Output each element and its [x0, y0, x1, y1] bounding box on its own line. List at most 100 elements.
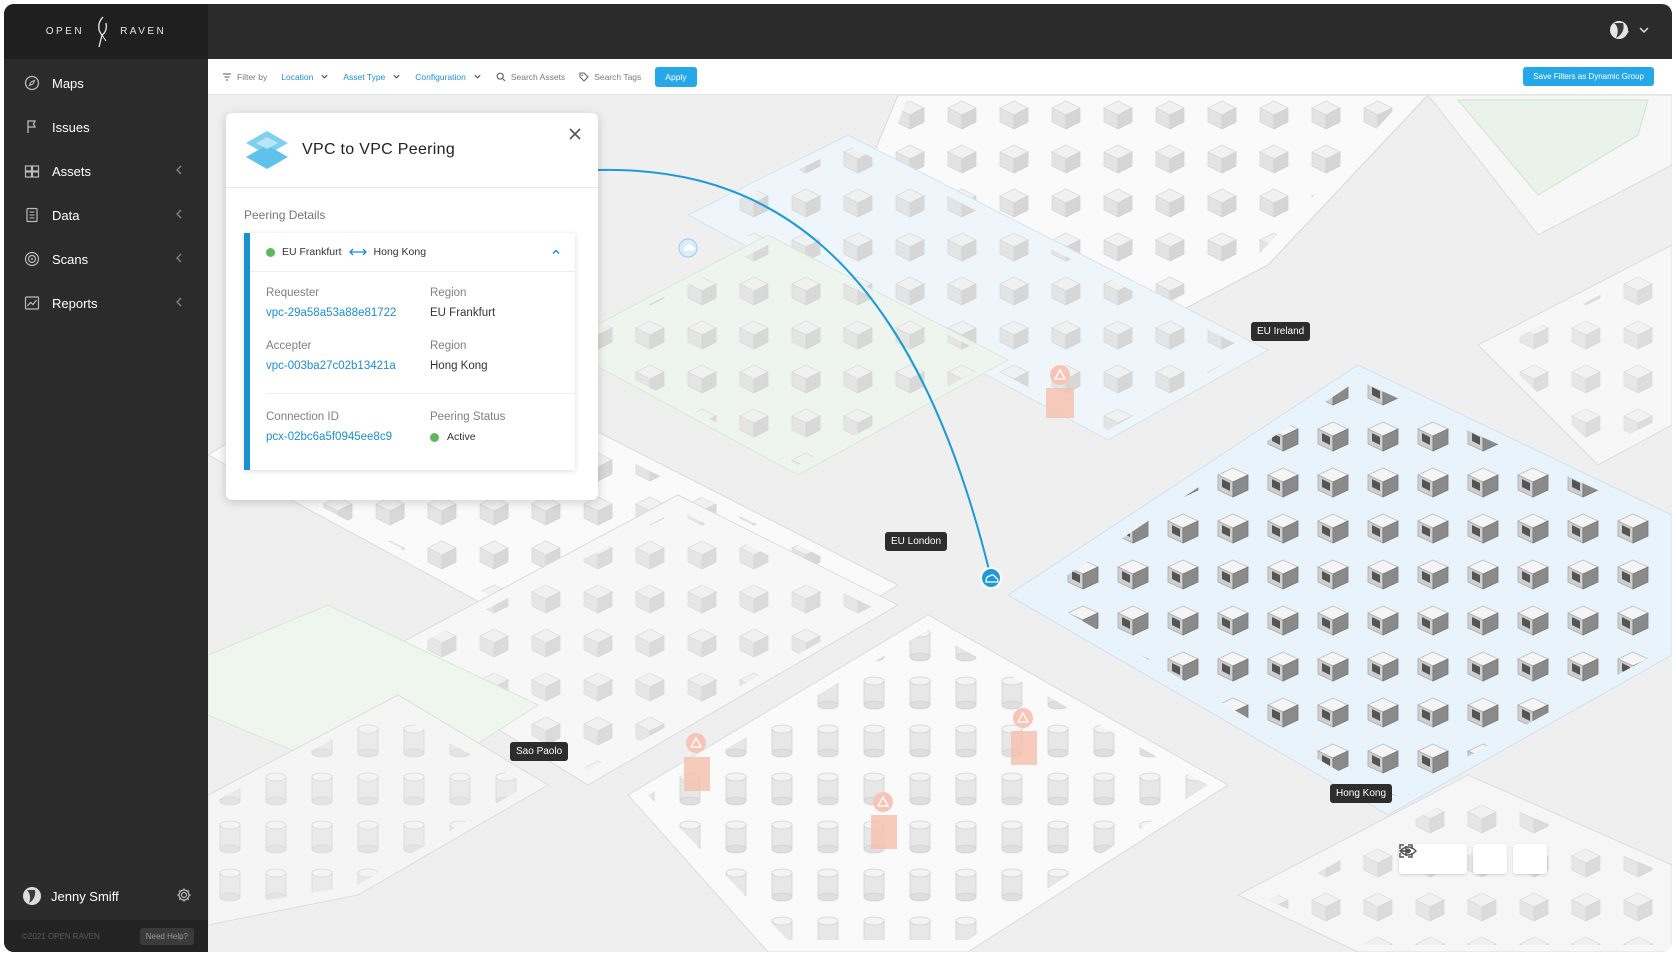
region-field-1: Region EU Frankfurt	[430, 287, 495, 319]
panel-title: VPC to VPC Peering	[302, 141, 456, 158]
region-value: EU Frankfurt	[430, 307, 496, 319]
filter-by-label: Filter by	[222, 72, 267, 82]
connection-field: Connection ID pcx-02bc6a5f0945ee8c9	[266, 411, 392, 443]
warning-icon[interactable]	[1013, 708, 1033, 728]
fullscreen-icon	[1399, 844, 1413, 858]
asset-type-label: Asset Type	[343, 71, 386, 82]
peering-details-panel: VPC to VPC Peering Peering Details EU Fr…	[226, 113, 598, 500]
status-dot	[266, 247, 275, 257]
zoom-controls	[1399, 844, 1547, 874]
region-label: Region	[430, 287, 467, 299]
sidebar-item-label: Assets	[52, 163, 92, 179]
warning-icon[interactable]	[873, 792, 893, 812]
logo: OPEN RAVEN	[4, 4, 208, 59]
panel-header: VPC to VPC Peering	[226, 113, 598, 188]
sidebar-item-label: Reports	[52, 295, 98, 311]
connection-id-label: Connection ID	[266, 411, 339, 423]
search-tags-placeholder: Search Tags	[594, 71, 642, 82]
status-field: Peering Status Active	[430, 411, 505, 443]
logo-text-left: OPEN	[45, 26, 85, 37]
sidebar: OPEN RAVEN Maps Issues Assets Data Scans…	[4, 4, 208, 952]
chevron-left-icon	[176, 253, 182, 263]
region-label-eu-ireland[interactable]: EU Ireland	[1251, 322, 1311, 341]
status-badge: Active	[430, 431, 505, 443]
peering-card: EU Frankfurt Hong Kong Requester vpc-29a…	[244, 233, 575, 470]
logo-text-right: RAVEN	[120, 26, 167, 37]
location-label: Location	[281, 71, 314, 82]
accepter-link[interactable]: vpc-003ba27c02b13421a	[266, 360, 396, 372]
raven-feather-icon	[98, 16, 107, 47]
save-filters-button[interactable]: Save Filters as Dynamic Group	[1523, 67, 1654, 86]
peering-route[interactable]: EU Frankfurt Hong Kong	[250, 233, 575, 272]
chevron-down-icon	[321, 74, 328, 79]
top-bar	[208, 4, 1672, 59]
sidebar-item-label: Scans	[52, 251, 89, 267]
apply-button[interactable]: Apply	[655, 66, 697, 87]
region-label-hong-kong[interactable]: Hong Kong	[1330, 784, 1393, 803]
sidebar-item-assets[interactable]: Assets	[4, 149, 208, 193]
compass-icon	[24, 75, 40, 91]
sidebar-item-scans[interactable]: Scans	[4, 237, 208, 281]
peering-status-label: Peering Status	[430, 411, 506, 423]
fullscreen-button[interactable]	[1399, 844, 1547, 874]
data-icon	[24, 207, 40, 223]
chevron-down-icon	[474, 74, 481, 79]
user-profile[interactable]: Jenny Smiff	[22, 882, 192, 910]
account-menu[interactable]	[1608, 18, 1650, 42]
copyright-text: ©2021 OPEN RAVEN	[22, 931, 100, 941]
sidebar-item-maps[interactable]: Maps	[4, 61, 208, 105]
route-to: Hong Kong	[373, 246, 427, 258]
sidebar-item-label: Issues	[52, 119, 90, 135]
user-name: Jenny Smiff	[51, 888, 119, 904]
warning-icon[interactable]	[1050, 365, 1070, 385]
connection-id-link[interactable]: pcx-02bc6a5f0945ee8c9	[266, 431, 392, 443]
status-value: Active	[447, 431, 476, 443]
vpc-peering-icon	[246, 131, 288, 169]
app-window: OPEN RAVEN Maps Issues Assets Data Scans…	[4, 4, 1672, 952]
configuration-label: Configuration	[415, 71, 466, 82]
sidebar-item-reports[interactable]: Reports	[4, 281, 208, 325]
search-icon	[496, 72, 506, 81]
chevron-left-icon	[176, 165, 182, 175]
tag-icon	[579, 71, 589, 82]
help-button[interactable]: Need Help?	[139, 927, 194, 945]
region-label: Region	[430, 340, 467, 352]
chevron-down-icon	[1639, 27, 1649, 34]
region-value: Hong Kong	[430, 360, 488, 372]
status-dot	[430, 432, 439, 442]
region-field-2: Region Hong Kong	[430, 340, 488, 372]
chevron-down-icon	[393, 74, 400, 79]
chevron-left-icon	[176, 297, 182, 307]
gear-icon[interactable]	[176, 887, 192, 903]
region-label-sao-paolo[interactable]: Sao Paolo	[510, 742, 569, 761]
requester-field: Requester vpc-29a58a53a88e81722	[266, 287, 396, 319]
close-icon[interactable]	[568, 127, 582, 141]
asset-type-dropdown[interactable]: Asset Type	[343, 72, 401, 82]
location-dropdown[interactable]: Location	[281, 72, 329, 82]
warning-icon[interactable]	[686, 733, 706, 753]
accepter-field: Accepter vpc-003ba27c02b13421a	[266, 340, 396, 372]
target-icon	[24, 251, 40, 267]
sidebar-item-label: Data	[52, 207, 80, 223]
search-assets-placeholder: Search Assets	[510, 71, 566, 82]
sidebar-footer: ©2021 OPEN RAVEN Need Help?	[4, 920, 208, 952]
search-tags-input[interactable]: Search Tags	[579, 72, 641, 82]
accepter-label: Accepter	[266, 340, 312, 352]
configuration-dropdown[interactable]: Configuration	[415, 72, 482, 82]
assets-icon	[24, 163, 40, 179]
sidebar-item-data[interactable]: Data	[4, 193, 208, 237]
sidebar-item-issues[interactable]: Issues	[4, 105, 208, 149]
requester-link[interactable]: vpc-29a58a53a88e81722	[266, 307, 396, 319]
avatar	[23, 887, 41, 905]
requester-label: Requester	[266, 287, 320, 299]
filter-icon	[223, 72, 231, 81]
search-assets-input[interactable]: Search Assets	[496, 72, 565, 82]
filter-by-text: Filter by	[237, 71, 268, 82]
view-toggle-button[interactable]	[1399, 844, 1507, 874]
chart-icon	[24, 295, 40, 311]
chevron-up-icon[interactable]	[551, 247, 561, 257]
region-label-eu-london[interactable]: EU London	[885, 532, 948, 551]
sidebar-nav: Maps Issues Assets Data Scans Reports	[4, 61, 208, 325]
sidebar-item-label: Maps	[52, 75, 84, 91]
chevron-left-icon	[176, 209, 182, 219]
